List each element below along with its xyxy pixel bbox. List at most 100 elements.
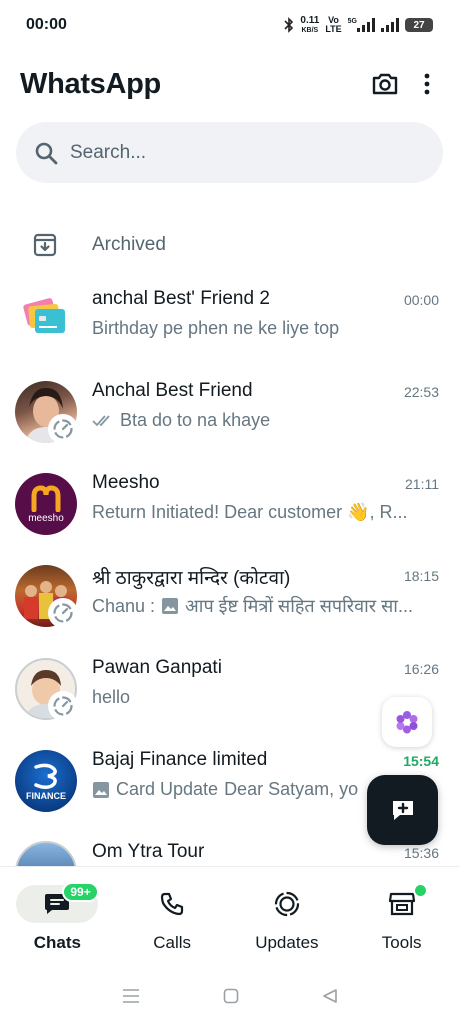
preview-text: hello — [92, 687, 131, 707]
avatar[interactable]: FINANCE — [15, 750, 77, 812]
chat-time: 16:26 — [403, 661, 439, 677]
recents-menu-icon[interactable] — [122, 988, 140, 1004]
battery-icon: 27 — [405, 18, 433, 32]
status-ring-icon — [53, 419, 73, 439]
chat-row[interactable]: meesho Meesho 21:11 Return Initiated! De… — [0, 460, 459, 548]
preview-text: Return Initiated! Dear customer 👋, R... — [92, 502, 408, 522]
meta-ai-icon — [396, 711, 418, 734]
chat-name: Anchal Best Friend — [92, 380, 253, 401]
search-input[interactable] — [70, 141, 425, 164]
status-time: 00:00 — [26, 16, 67, 33]
nav-label: Calls — [153, 933, 192, 952]
net-speed: 0.11 KB/S — [300, 14, 320, 35]
nav-chats[interactable]: 99+ Chats — [0, 867, 115, 966]
nav-chats-icon-wrap: 99+ — [16, 882, 99, 923]
nav-label: Chats — [33, 933, 81, 952]
preview-text: Dear Satyam, yo — [224, 779, 359, 799]
bajaj-logo-icon — [34, 763, 57, 789]
search-icon — [35, 142, 58, 164]
more-vertical-icon — [424, 73, 430, 95]
chat-row[interactable]: Anchal Best Friend 22:53 Bta do to na kh… — [0, 368, 459, 456]
preview-sender: Chanu : — [92, 595, 156, 616]
volte-indicator: Vo LTE — [325, 16, 341, 34]
net-speed-unit: KB/S — [301, 26, 319, 34]
updates-icon — [274, 891, 299, 917]
double-check-icon — [92, 414, 110, 426]
meesho-logo-text: meesho — [28, 513, 64, 524]
chat-time: 18:15 — [403, 568, 439, 584]
meesho-logo-icon — [31, 485, 61, 512]
back-triangle-icon[interactable] — [322, 988, 338, 1004]
nav-calls-icon-wrap — [131, 885, 213, 923]
more-options-button[interactable] — [415, 62, 439, 106]
chat-preview: Birthday pe phen ne ke liye top — [92, 318, 439, 339]
archived-row[interactable]: Archived — [0, 218, 459, 272]
chat-time: 15:54 — [403, 753, 439, 769]
signal-strength-icon-2 — [381, 18, 399, 32]
volte-bottom: LTE — [325, 24, 342, 34]
camera-icon — [372, 73, 398, 95]
store-icon — [388, 892, 415, 916]
chat-preview: Bta do to na khaye — [92, 410, 439, 431]
chat-body: Anchal Best Friend 22:53 Bta do to na kh… — [92, 368, 439, 456]
search-bar[interactable] — [16, 122, 443, 183]
chat-name: Bajaj Finance limited — [92, 749, 268, 770]
chat-preview: Chanu : आप ईष्ट मित्रों सहित सपरिवार सा.… — [92, 594, 439, 618]
avatar — [15, 289, 77, 351]
cards-avatar-image — [23, 298, 65, 333]
preview-text: Birthday pe phen ne ke liye top — [92, 318, 340, 338]
nav-label: Updates — [255, 933, 319, 952]
chat-time: 15:36 — [403, 845, 439, 861]
nav-calls[interactable]: Calls — [115, 867, 230, 966]
bajaj-logo-text: FINANCE — [26, 791, 66, 801]
chat-row[interactable]: anchal Best' Friend 2 00:00 Birthday pe … — [0, 276, 459, 364]
preview-text: आप ईष्ट मित्रों सहित सपरिवार सा... — [185, 596, 413, 616]
chat-preview: Return Initiated! Dear customer 👋, R... — [92, 502, 439, 523]
status-badge — [48, 414, 78, 444]
status-icons: 0.11 KB/S Vo LTE 5G 27 — [284, 14, 433, 35]
signal-5g: 5G — [348, 18, 375, 32]
chat-name: Om Ytra Tour — [92, 841, 205, 862]
app-title: WhatsApp — [20, 67, 161, 100]
meta-ai-button[interactable] — [382, 697, 432, 747]
camera-button[interactable] — [363, 62, 407, 106]
net-speed-value: 0.11 — [300, 14, 320, 26]
nav-tools[interactable]: Tools — [344, 867, 459, 966]
nav-label: Tools — [381, 933, 422, 952]
app-header: WhatsApp — [0, 56, 459, 112]
chat-name: Meesho — [92, 472, 160, 493]
nav-tools-icon-wrap — [361, 883, 443, 923]
avatar[interactable] — [15, 841, 77, 866]
chat-name: श्री ठाकुरद्वारा मन्दिर (कोटवा) — [92, 568, 291, 589]
status-badge — [48, 598, 78, 628]
chat-body: anchal Best' Friend 2 00:00 Birthday pe … — [92, 276, 439, 364]
archived-label: Archived — [92, 234, 166, 255]
nav-updates[interactable]: Updates — [230, 867, 345, 966]
new-chat-button[interactable] — [367, 775, 438, 845]
preview-prefix: Card Update — [116, 779, 219, 799]
status-badge — [48, 691, 78, 721]
status-ring-icon — [53, 603, 73, 623]
network-type: 5G — [347, 18, 357, 25]
image-icon — [162, 598, 179, 614]
chat-name: anchal Best' Friend 2 — [92, 288, 270, 309]
notification-dot — [412, 883, 428, 898]
preview-text: Bta do to na khaye — [120, 410, 271, 430]
status-bar: 00:00 0.11 KB/S Vo LTE 5G 27 — [0, 0, 459, 50]
image-icon — [93, 781, 109, 798]
unread-badge: 99+ — [62, 882, 99, 902]
chat-time: 00:00 — [403, 292, 439, 308]
chat-row[interactable]: श्री ठाकुरद्वारा मन्दिर (कोटवा) 18:15 Ch… — [0, 552, 459, 640]
home-square-icon[interactable] — [223, 988, 239, 1004]
phone-icon — [161, 892, 184, 916]
chat-body: श्री ठाकुरद्वारा मन्दिर (कोटवा) 18:15 Ch… — [92, 552, 439, 640]
chat-time: 22:53 — [403, 384, 439, 400]
bottom-navigation: 99+ Chats Calls Updates Tools — [0, 866, 459, 966]
signal-strength-icon — [357, 18, 375, 32]
nav-updates-icon-wrap — [246, 885, 328, 923]
status-ring-icon — [53, 696, 73, 716]
chat-name: Pawan Ganpati — [92, 657, 222, 678]
avatar[interactable]: meesho — [15, 473, 77, 535]
archive-icon — [33, 233, 57, 257]
chat-time: 21:11 — [405, 476, 439, 492]
